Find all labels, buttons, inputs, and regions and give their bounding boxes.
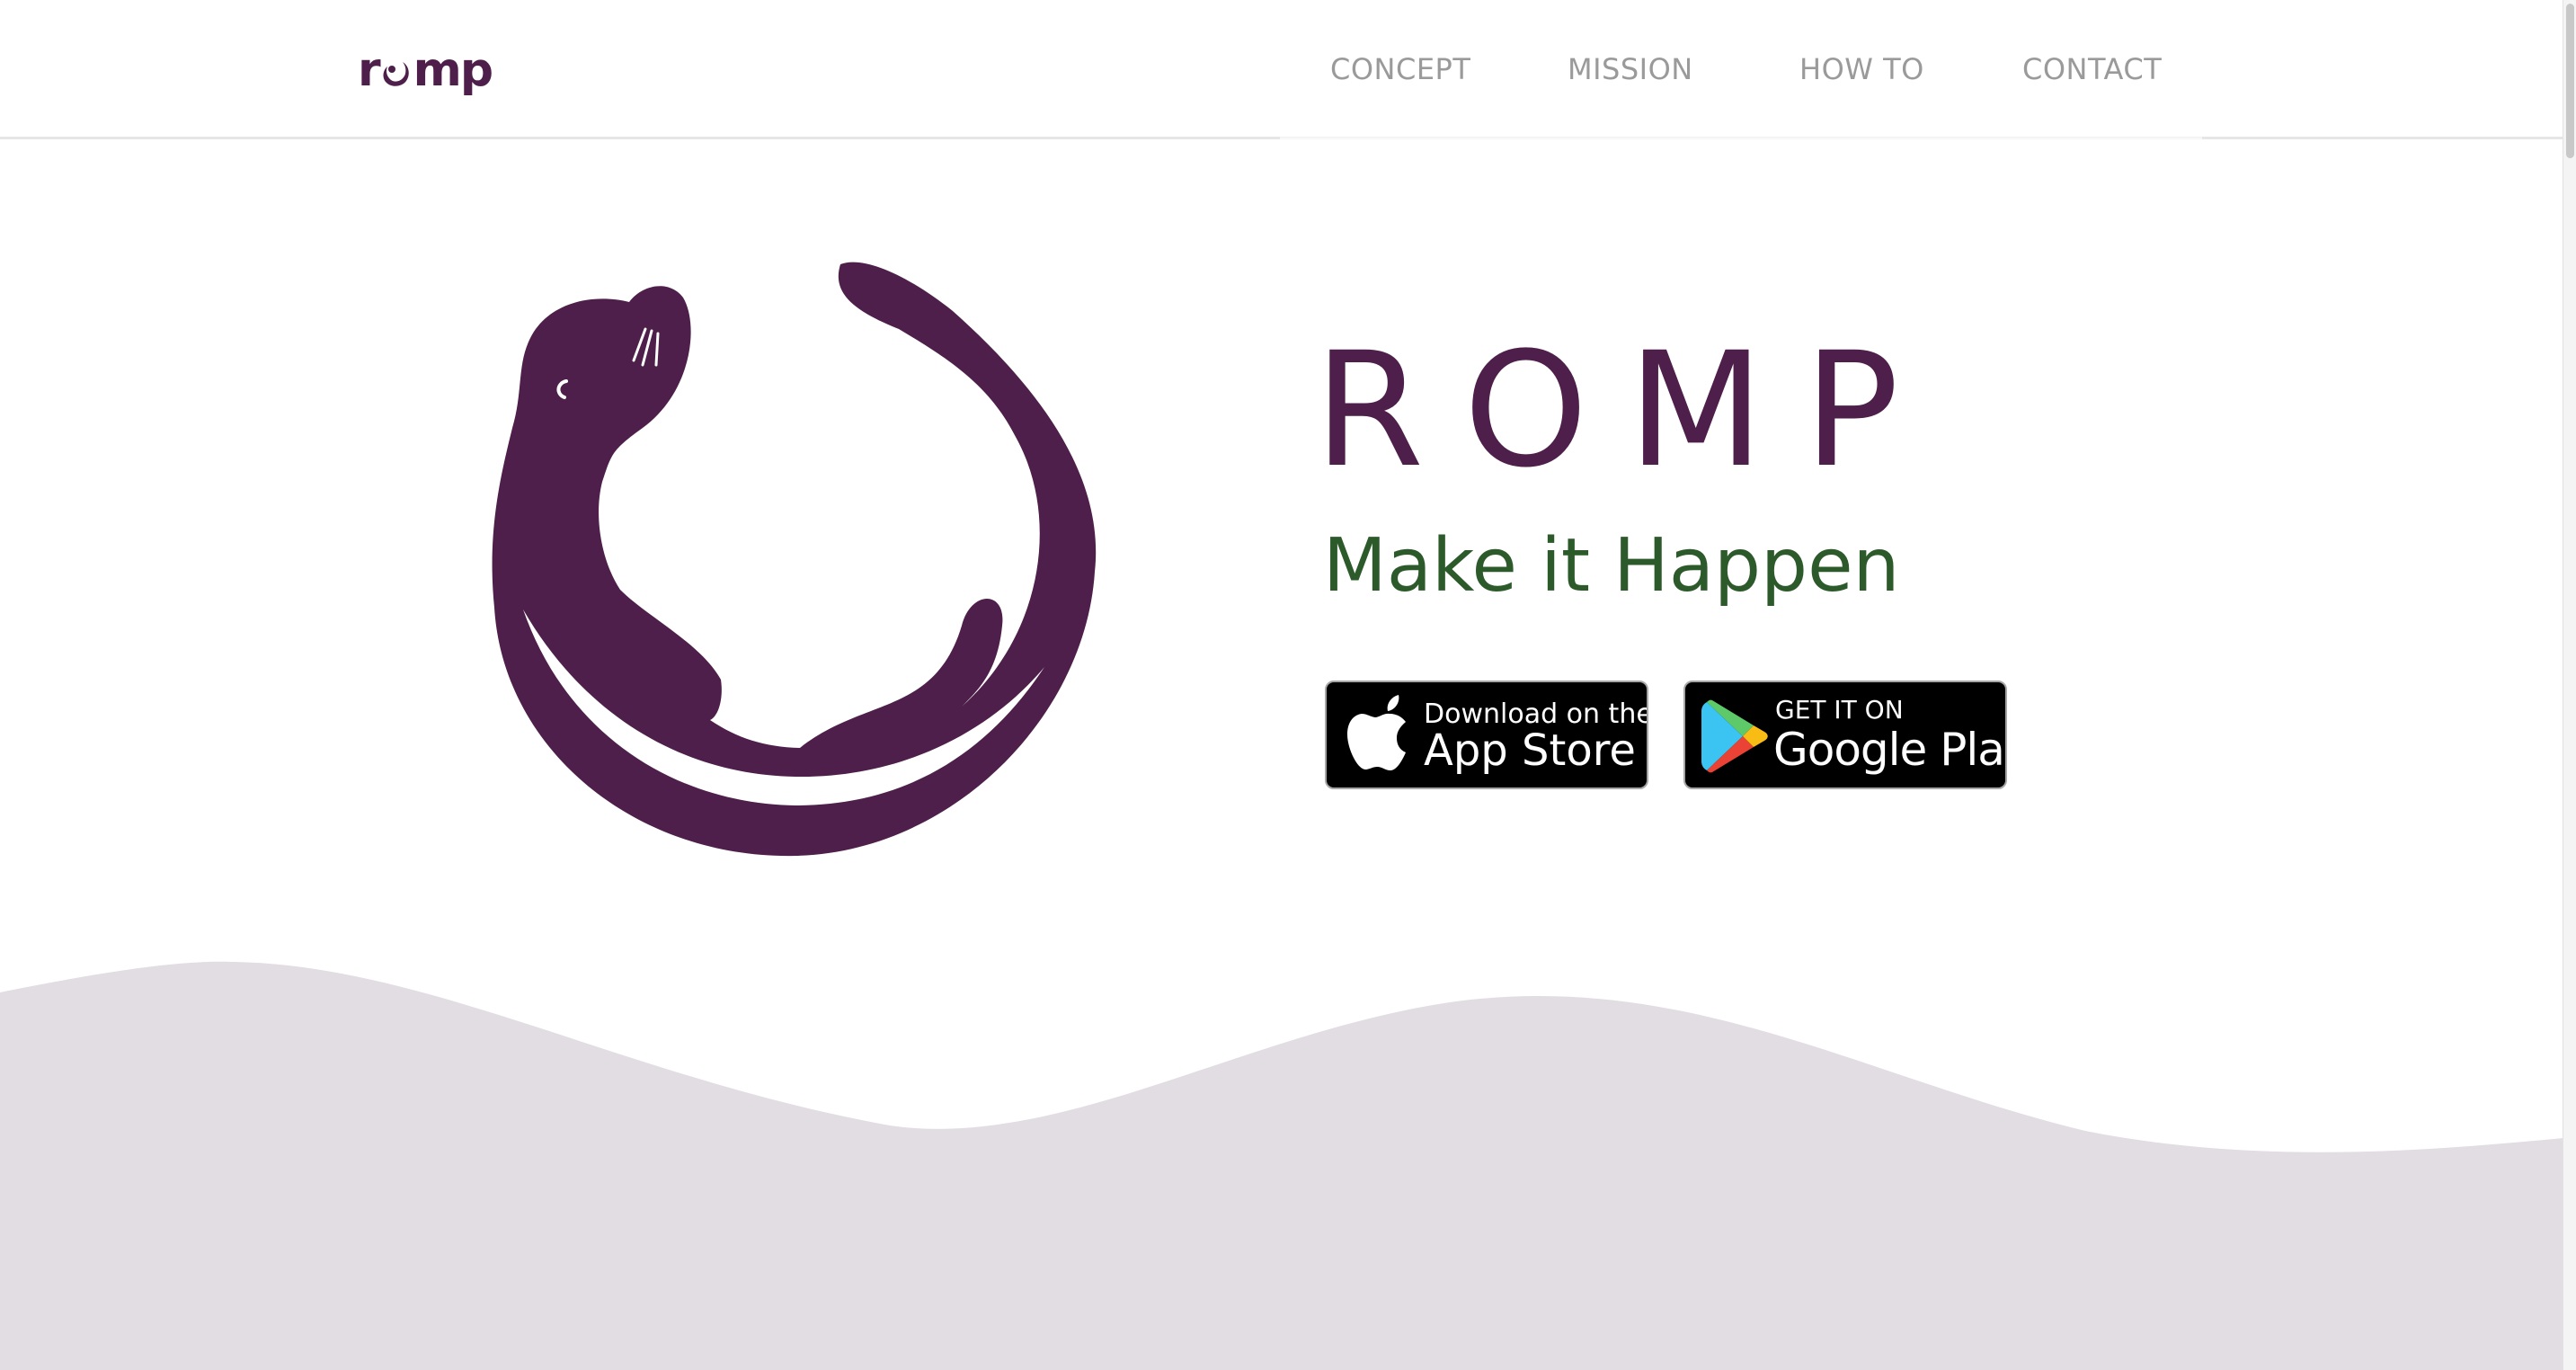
nav-item-mission[interactable]: MISSION	[1568, 52, 1693, 86]
hero-subtitle: Make it Happen	[1323, 523, 1900, 609]
nav-item-how-to[interactable]: HOW TO	[1799, 52, 1924, 86]
google-play-icon	[1701, 699, 1768, 773]
apple-logo-icon	[1347, 695, 1406, 770]
background-wave	[0, 961, 2563, 1370]
page-scrollbar[interactable]	[2563, 0, 2576, 1370]
main-nav: CONCEPT MISSION HOW TO CONTACT	[0, 52, 2563, 97]
google-play-button[interactable]: GET IT ON Google Play	[1683, 681, 2007, 789]
nav-underline-shadow	[1280, 137, 2202, 140]
page: r mp CONCEPT MISSION HOW TO CONTACT ROMP…	[0, 0, 2576, 1370]
otter-logo-icon	[492, 262, 1097, 857]
nav-item-concept[interactable]: CONCEPT	[1330, 52, 1470, 86]
site-header: r mp CONCEPT MISSION HOW TO CONTACT	[0, 0, 2563, 139]
google-play-line1: GET IT ON	[1775, 695, 1904, 725]
hero-title: ROMP	[1314, 318, 1939, 503]
scrollbar-thumb[interactable]	[2566, 4, 2574, 158]
app-store-button[interactable]: Download on the App Store	[1325, 681, 1648, 789]
nav-item-contact[interactable]: CONTACT	[2022, 52, 2162, 86]
google-play-line2: Google Play	[1773, 724, 2007, 776]
app-store-line2: App Store	[1424, 725, 1636, 776]
